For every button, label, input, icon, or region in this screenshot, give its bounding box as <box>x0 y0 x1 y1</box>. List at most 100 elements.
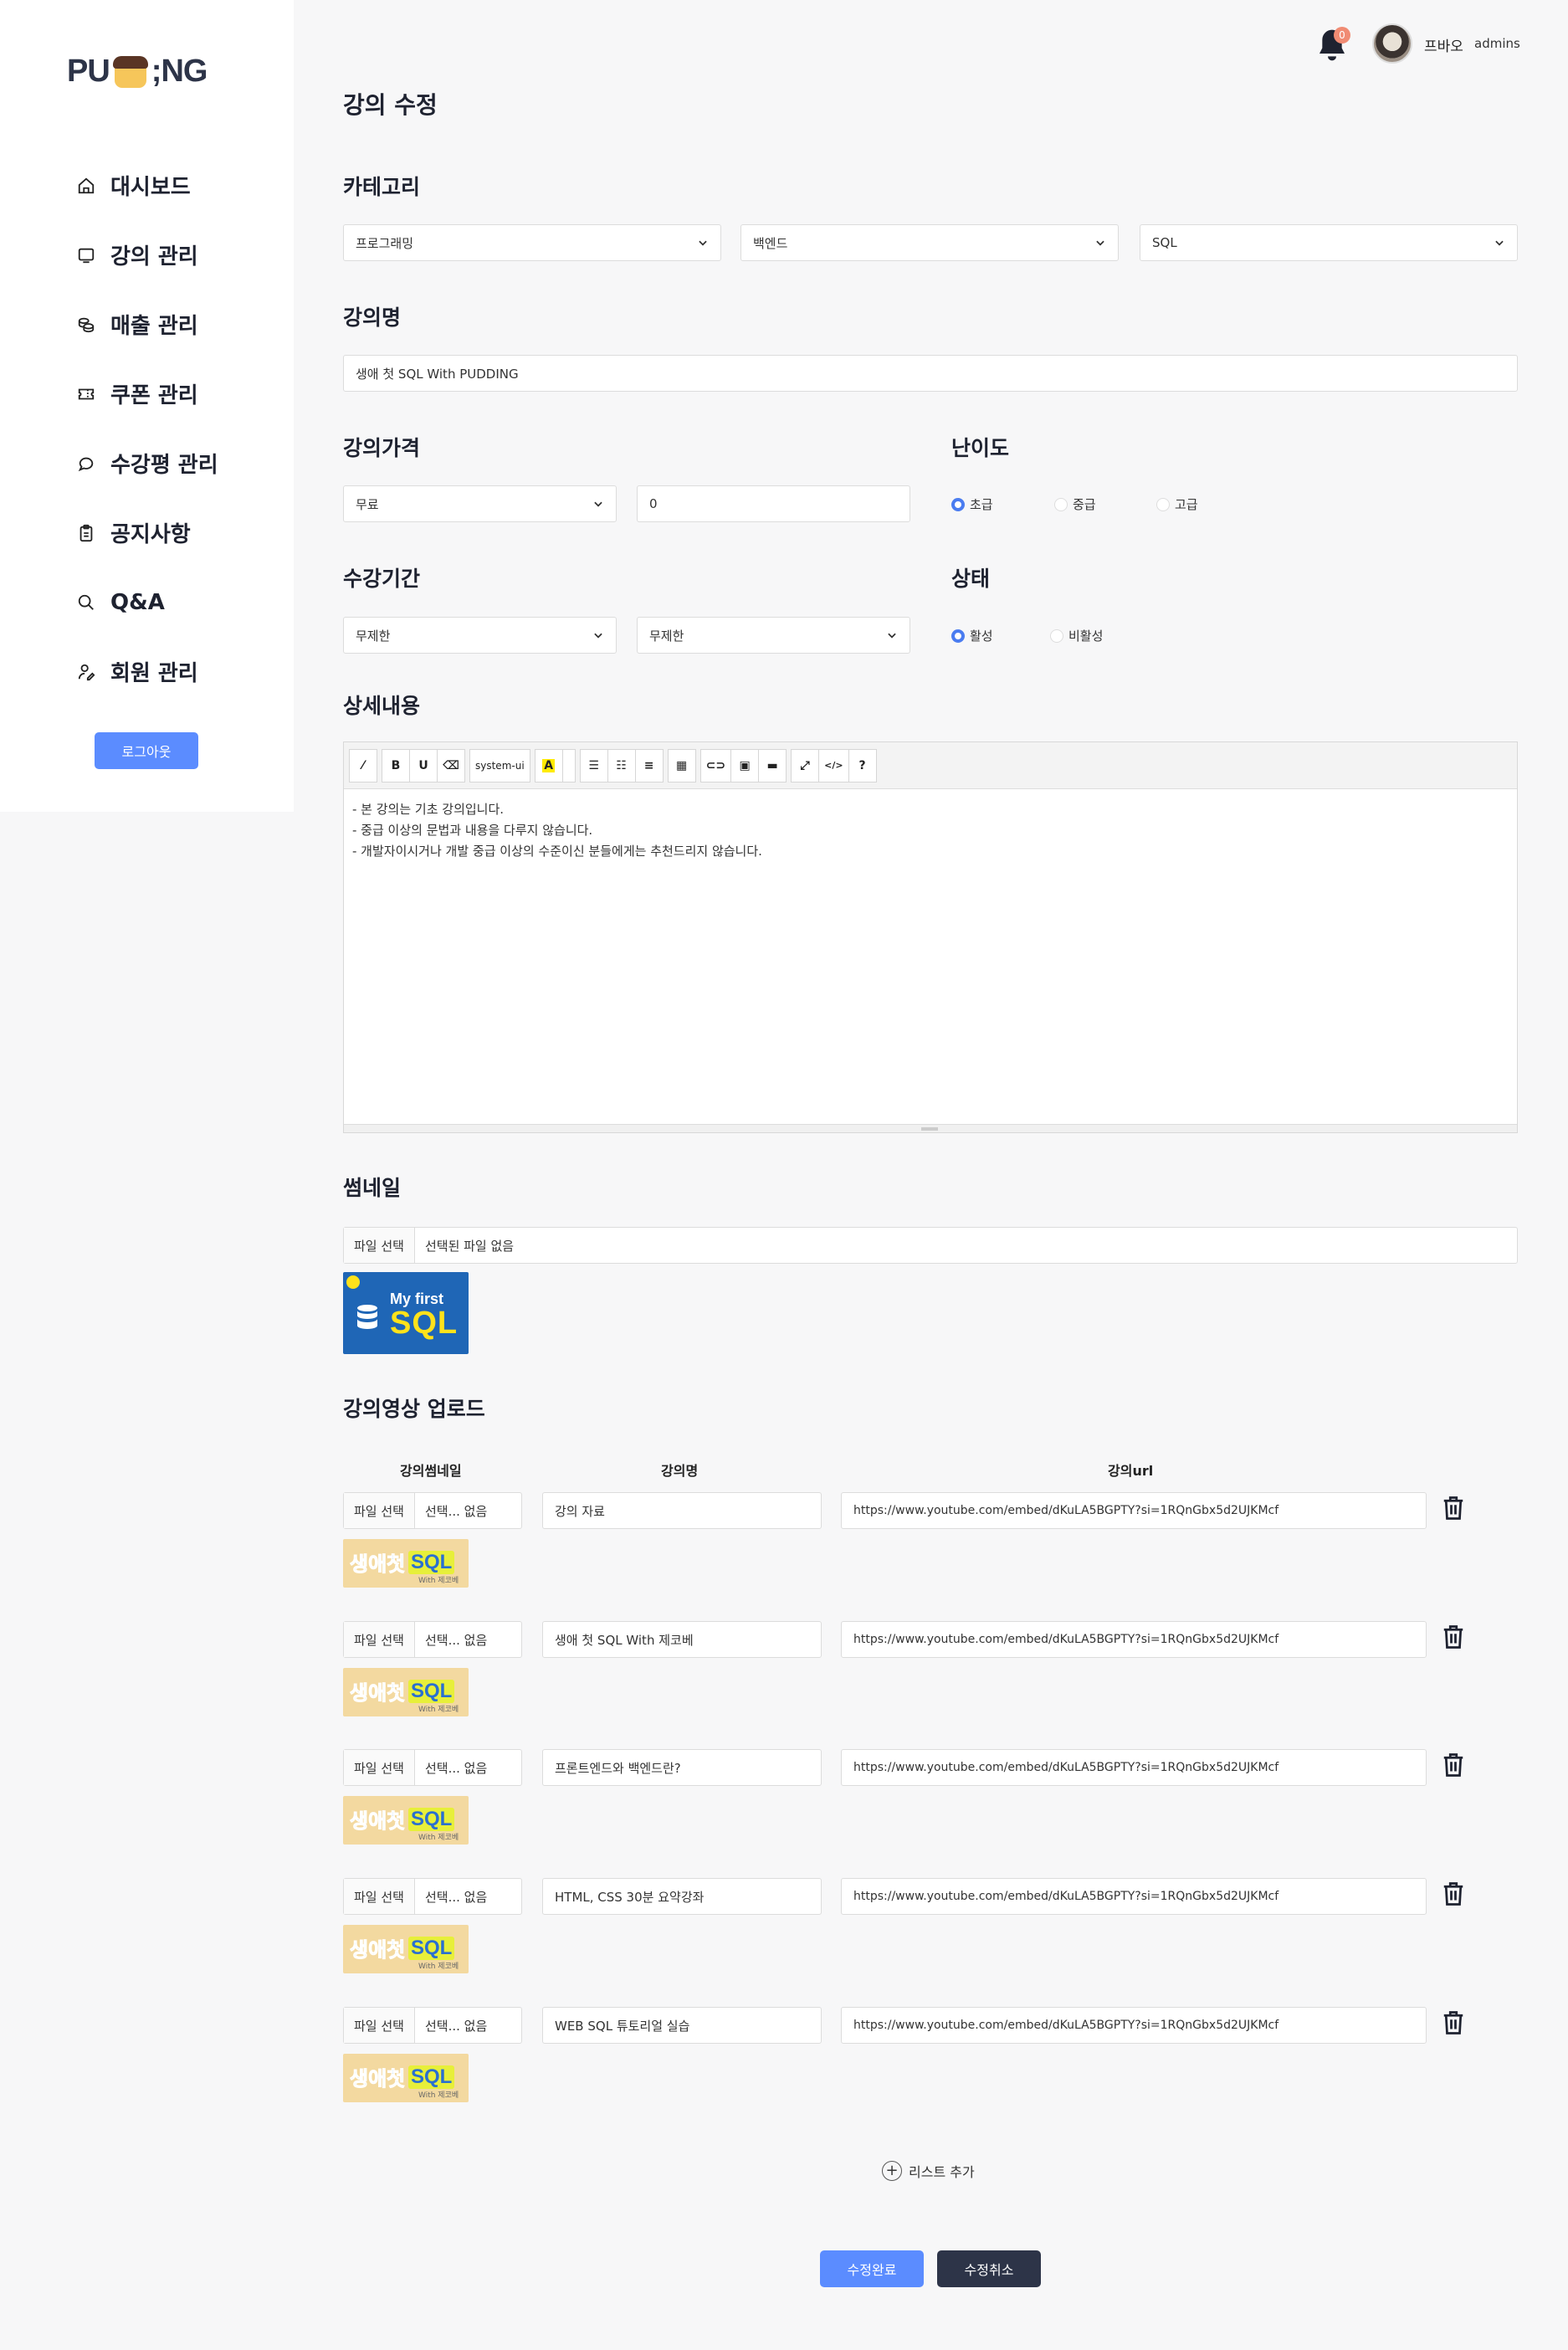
color-dropdown[interactable] <box>561 748 576 782</box>
file-status: 선택된 파일 없음 <box>424 1238 515 1254</box>
video-url-input[interactable]: https://www.youtube.com/embed/dKuLA5BGPT… <box>841 1492 1427 1529</box>
status-option-active[interactable]: 활성 <box>951 627 993 644</box>
video-thumb-file-input[interactable]: 파일 선택 선택... 없음 <box>343 1878 522 1915</box>
video-thumbnail-preview: 생애첫 SQL With 제코베 <box>343 1796 469 1845</box>
trash-icon[interactable] <box>1441 1751 1466 1779</box>
sidebar-item-notices[interactable]: 공지사항 <box>74 498 218 567</box>
file-select-button[interactable]: 파일 선택 <box>344 1879 415 1914</box>
thumb-text: SQL <box>408 2065 455 2089</box>
thumbnail-file-input[interactable]: 파일 선택 선택된 파일 없음 <box>343 1227 1518 1264</box>
sidebar-item-reviews[interactable]: 수강평 관리 <box>74 428 218 498</box>
video-thumb-file-input[interactable]: 파일 선택 선택... 없음 <box>343 2007 522 2044</box>
database-icon <box>357 1305 377 1329</box>
file-select-button[interactable]: 파일 선택 <box>344 2008 415 2043</box>
editor-resize-handle[interactable] <box>344 1124 1517 1132</box>
difficulty-option-beginner[interactable]: 초급 <box>951 495 993 513</box>
image-icon[interactable]: ▣ <box>730 748 760 782</box>
sidebar-item-members[interactable]: 회원 관리 <box>74 637 218 706</box>
file-select-button[interactable]: 파일 선택 <box>344 1493 415 1528</box>
difficulty-option-intermediate[interactable]: 중급 <box>1054 495 1096 513</box>
category-select-2[interactable]: 백엔드 <box>740 224 1119 261</box>
bold-button[interactable]: B <box>382 748 410 782</box>
difficulty-title: 난이도 <box>951 436 1010 460</box>
thumb-text: SQL <box>408 1937 455 1960</box>
video-icon[interactable]: ▬ <box>758 748 787 782</box>
video-name-input[interactable]: 강의 자료 <box>542 1492 822 1529</box>
sidebar-item-qna[interactable]: Q&A <box>74 567 218 637</box>
sidebar-item-coupons[interactable]: 쿠폰 관리 <box>74 359 218 428</box>
notification-bell[interactable]: 0 <box>1315 27 1350 64</box>
course-name-input[interactable]: 생애 첫 SQL With PUDDING <box>343 355 1518 392</box>
video-url-input[interactable]: https://www.youtube.com/embed/dKuLA5BGPT… <box>841 1878 1427 1915</box>
video-url-input[interactable]: https://www.youtube.com/embed/dKuLA5BGPT… <box>841 1621 1427 1658</box>
status-option-inactive[interactable]: 비활성 <box>1050 627 1103 644</box>
video-thumb-file-input[interactable]: 파일 선택 선택... 없음 <box>343 1492 522 1529</box>
video-name-input[interactable]: WEB SQL 튜토리얼 실습 <box>542 2007 822 2044</box>
file-select-button[interactable]: 파일 선택 <box>344 1228 415 1263</box>
video-name-input[interactable]: 프론트엔드와 백엔드란? <box>542 1749 822 1786</box>
link-icon[interactable]: ⊂⊃ <box>699 748 732 782</box>
add-list-button[interactable]: + 리스트 추가 <box>882 2161 975 2181</box>
text-color-button[interactable]: A <box>534 748 563 782</box>
radio-unselected <box>1054 497 1068 511</box>
period-end-select[interactable]: 무제한 <box>637 617 910 654</box>
detail-title: 상세내용 <box>343 694 421 718</box>
price-type-select[interactable]: 무료 <box>343 485 617 522</box>
category-select-1[interactable]: 프로그래밍 <box>343 224 721 261</box>
video-name-input[interactable]: HTML, CSS 30분 요약강좌 <box>542 1878 822 1915</box>
thumb-text: SQL <box>408 1551 455 1574</box>
cancel-button[interactable]: 수정취소 <box>937 2250 1041 2287</box>
sidebar-item-dashboard[interactable]: 대시보드 <box>74 151 218 220</box>
video-thumb-file-input[interactable]: 파일 선택 선택... 없음 <box>343 1621 522 1658</box>
numbered-list-icon[interactable]: ☷ <box>607 748 636 782</box>
editor-content[interactable]: - 본 강의는 기초 강의입니다. - 중급 이상의 문법과 내용을 다루지 않… <box>344 789 1517 872</box>
underline-button[interactable]: U <box>409 748 438 782</box>
search-icon <box>74 590 99 615</box>
chat-icon <box>74 451 99 476</box>
home-icon <box>74 173 99 198</box>
video-url-input[interactable]: https://www.youtube.com/embed/dKuLA5BGPT… <box>841 1749 1427 1786</box>
logo[interactable]: PU ;NG <box>67 52 208 90</box>
font-family-select[interactable]: system-ui <box>469 748 530 782</box>
trash-icon[interactable] <box>1441 1880 1466 1908</box>
sidebar-item-sales[interactable]: 매출 관리 <box>74 290 218 359</box>
radio-selected <box>951 629 965 643</box>
radio-selected <box>951 497 965 511</box>
sidebar-item-courses[interactable]: 강의 관리 <box>74 220 218 290</box>
trash-icon[interactable] <box>1441 1494 1466 1522</box>
align-icon[interactable]: ≡ <box>634 748 664 782</box>
radio-unselected <box>1156 497 1170 511</box>
file-select-button[interactable]: 파일 선택 <box>344 1750 415 1785</box>
sidebar-item-label: 매출 관리 <box>110 314 198 339</box>
avatar[interactable] <box>1372 23 1412 64</box>
price-input[interactable]: 0 <box>637 485 910 522</box>
category-select-3[interactable]: SQL <box>1140 224 1518 261</box>
select-value: 프로그래밍 <box>356 235 414 251</box>
logout-button[interactable]: 로그아웃 <box>95 732 198 769</box>
page-title: 강의 수정 <box>343 91 438 119</box>
video-thumb-file-input[interactable]: 파일 선택 선택... 없음 <box>343 1749 522 1786</box>
bullet-list-icon[interactable]: ☰ <box>579 748 608 782</box>
rich-text-editor[interactable]: ⁄ B U ⌫ system-ui A ☰ ☷ ≡ ▦ ⊂⊃ ▣ ▬ ⤢ </>… <box>343 741 1518 1133</box>
table-icon[interactable]: ▦ <box>667 748 696 782</box>
video-name-input[interactable]: 생애 첫 SQL With 제코베 <box>542 1621 822 1658</box>
file-select-button[interactable]: 파일 선택 <box>344 1622 415 1657</box>
sidebar-nav: 대시보드 강의 관리 매출 관리 쿠폰 관리 수강평 관리 공지사항 Q&A 회… <box>74 151 218 706</box>
code-view-icon[interactable]: </> <box>818 748 849 782</box>
help-button[interactable]: ? <box>848 748 877 782</box>
notification-badge: 0 <box>1334 27 1350 44</box>
trash-icon[interactable] <box>1441 2009 1466 2037</box>
difficulty-option-advanced[interactable]: 고급 <box>1156 495 1198 513</box>
fullscreen-icon[interactable]: ⤢ <box>791 748 820 782</box>
period-title: 수강기간 <box>343 567 421 591</box>
plus-circle-icon: + <box>882 2161 902 2181</box>
trash-icon[interactable] <box>1441 1623 1466 1651</box>
eraser-icon[interactable]: ⌫ <box>437 748 465 782</box>
save-button[interactable]: 수정완료 <box>820 2250 924 2287</box>
radio-label: 고급 <box>1175 497 1198 512</box>
user-edit-icon <box>74 659 99 685</box>
period-start-select[interactable]: 무제한 <box>343 617 617 654</box>
video-url-input[interactable]: https://www.youtube.com/embed/dKuLA5BGPT… <box>841 2007 1427 2044</box>
radio-label: 중급 <box>1073 497 1096 512</box>
magic-icon[interactable]: ⁄ <box>349 748 377 782</box>
